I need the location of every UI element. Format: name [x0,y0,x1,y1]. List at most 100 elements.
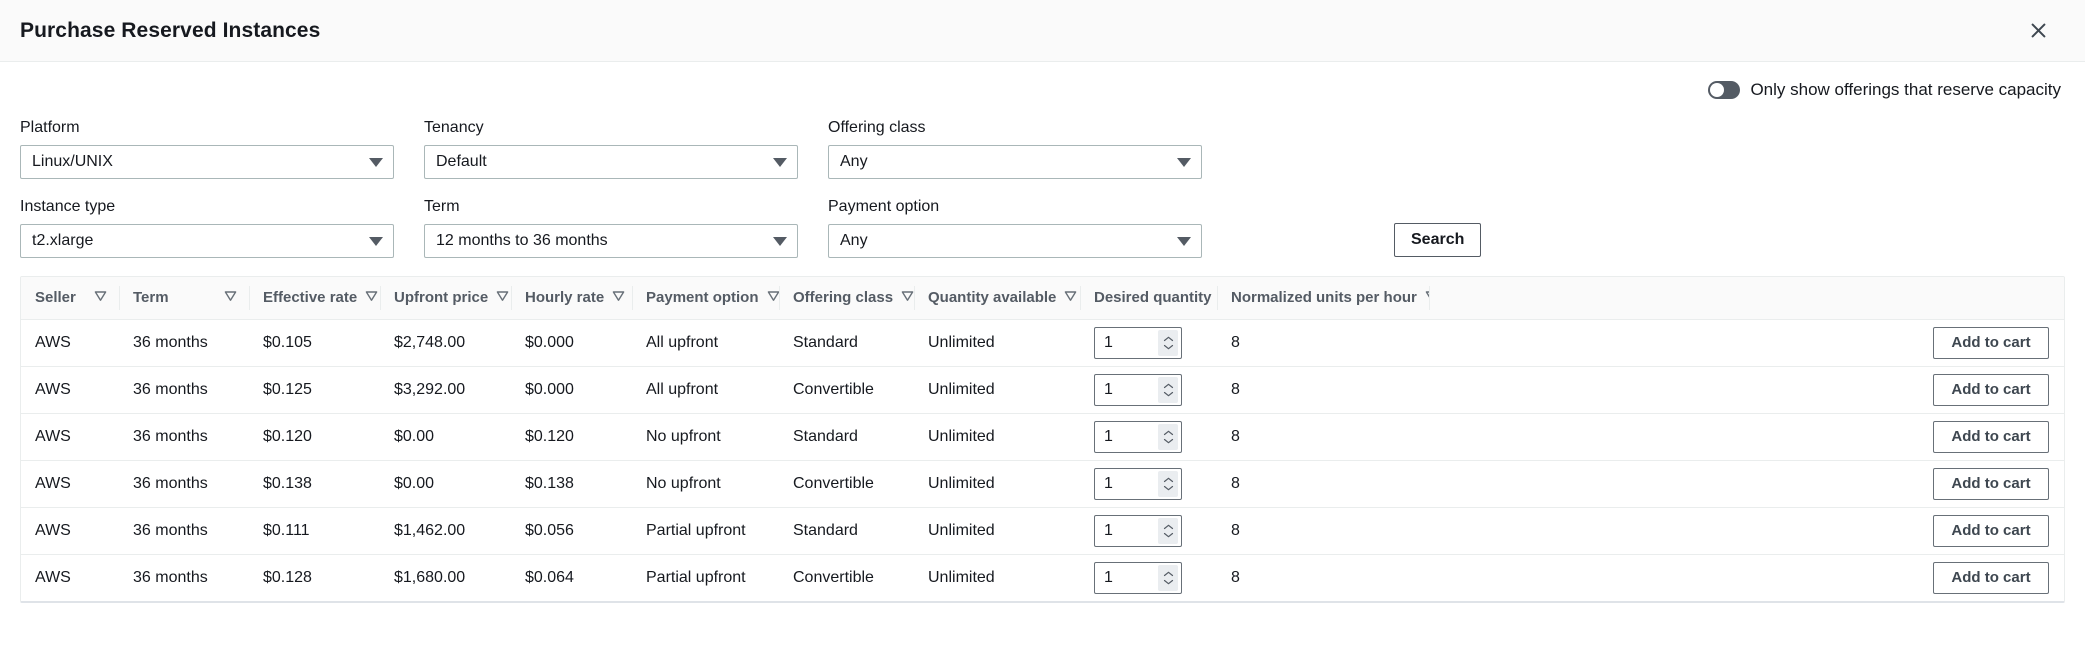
add-to-cart-button[interactable]: Add to cart [1933,326,2049,359]
column-header-payment-option[interactable]: Payment option [632,277,780,320]
search-button[interactable]: Search [1394,223,1482,257]
add-to-cart-button[interactable]: Add to cart [1933,561,2049,594]
column-header-label: Normalized units per hour [1231,289,1417,307]
column-header-quantity-available[interactable]: Quantity available [914,277,1080,320]
table-row: AWS 36 months $0.138 $0.00 $0.138 No upfront C… [21,460,2064,508]
sort-descending-icon[interactable] [94,289,107,306]
cell-normalized-units: 8 [1217,413,1429,461]
column-header-normalized-units-per-hour[interactable]: Normalized units per hour [1217,277,1438,320]
table-row: AWS 36 months $0.111 $1,462.00 $0.056 Partial… [21,507,2064,555]
column-header-term[interactable]: Term [119,277,249,320]
cell-effective-rate: $0.111 [249,507,380,555]
cell-upfront-price: $2,748.00 [380,319,511,367]
close-button[interactable] [2021,14,2055,48]
column-header-label: Offering class [793,289,894,307]
stepper-buttons[interactable] [1158,517,1178,544]
cell-quantity-available: Unlimited [928,568,995,586]
chevron-down-icon [369,236,383,246]
field-instance-type: Instance type t2.xlarge [20,197,394,258]
platform-select[interactable]: Linux/UNIX [20,145,394,179]
cell-normalized-units: 8 [1217,366,1429,414]
column-header-hourly-rate[interactable]: Hourly rate [511,277,632,320]
desired-quantity-value[interactable]: 1 [1095,475,1158,493]
cell-desired-quantity: 1 [1080,413,1217,461]
add-to-cart-button[interactable]: Add to cart [1933,373,2049,406]
tenancy-select[interactable]: Default [424,145,798,179]
column-header-label: Quantity available [928,289,1057,307]
cell-normalized-units: 8 [1217,319,1429,367]
cell-upfront-price: $1,462.00 [380,507,511,555]
add-to-cart-button[interactable]: Add to cart [1933,420,2049,453]
filter-row-2: Instance type t2.xlarge Term 12 months t… [20,197,2065,258]
column-header-upfront-price[interactable]: Upfront price [380,277,511,320]
table-row: AWS 36 months $0.105 $2,748.00 $0.000 All upf… [21,319,2064,367]
cell-quantity-available: Unlimited [914,460,1080,508]
desired-quantity-stepper[interactable]: 1 [1094,514,1182,547]
chevron-down-icon [773,157,787,167]
cell-quantity-available: Unlimited [914,507,1080,555]
reserve-capacity-toggle[interactable]: Only show offerings that reserve capacit… [1708,80,2061,100]
desired-quantity-stepper[interactable]: 1 [1094,420,1182,453]
stepper-buttons[interactable] [1158,329,1178,356]
desired-quantity-value[interactable]: 1 [1095,569,1158,587]
stepper-buttons[interactable] [1158,376,1178,403]
column-header-effective-rate[interactable]: Effective rate [249,277,380,320]
cell-seller: AWS [21,460,119,508]
table-header-row: Seller Term Effective rate Upfront price Hou… [21,277,2064,320]
chevron-down-icon [1163,344,1173,349]
sort-descending-icon[interactable] [224,289,237,306]
cell-hourly-rate: $0.000 [511,319,632,367]
cell-normalized-units: 8 [1231,568,1240,586]
field-platform: Platform Linux/UNIX [20,118,394,179]
column-header-label: Hourly rate [525,289,605,307]
add-to-cart-button[interactable]: Add to cart [1933,514,2049,547]
instance-type-select[interactable]: t2.xlarge [20,224,394,258]
tenancy-value: Default [436,153,487,170]
offerings-table-container: Seller Term Effective rate Upfront price Hou… [20,276,2065,603]
desired-quantity-stepper[interactable]: 1 [1094,373,1182,406]
desired-quantity-value[interactable]: 1 [1095,522,1158,540]
desired-quantity-stepper[interactable]: 1 [1094,561,1182,594]
desired-quantity-value[interactable]: 1 [1095,334,1158,352]
cell-desired-quantity: 1 [1080,460,1217,508]
sort-descending-icon[interactable] [365,289,378,306]
term-select[interactable]: 12 months to 36 months [424,224,798,258]
chevron-down-icon [1163,438,1173,443]
cell-actions: Add to cart [1429,507,2064,555]
payment-option-label: Payment option [828,198,940,215]
sort-descending-icon[interactable] [1064,289,1077,306]
sort-descending-icon[interactable] [901,289,914,306]
platform-value: Linux/UNIX [32,153,113,170]
stepper-buttons[interactable] [1158,470,1178,497]
column-header-offering-class[interactable]: Offering class [779,277,914,320]
desired-quantity-value[interactable]: 1 [1095,381,1158,399]
field-offering-class: Offering class Any [828,118,1202,179]
filters: Platform Linux/UNIX Tenancy Default Offe… [20,118,2065,258]
desired-quantity-value[interactable]: 1 [1095,428,1158,446]
chevron-down-icon [369,157,383,167]
stepper-buttons[interactable] [1158,423,1178,450]
column-header-actions [1429,277,2064,320]
cell-desired-quantity: 1 [1080,366,1217,414]
desired-quantity-stepper[interactable]: 1 [1094,467,1182,500]
reserve-capacity-toggle-label: Only show offerings that reserve capacit… [1750,80,2061,99]
sort-descending-icon[interactable] [612,289,625,306]
cell-effective-rate: $0.125 [249,366,380,414]
cell-term: 36 months [119,319,249,367]
column-header-seller[interactable]: Seller [21,277,119,320]
cell-term: 36 months [119,413,249,461]
column-header-label: Term [133,289,169,307]
column-header-label: Desired quantity [1094,289,1212,307]
offering-class-select[interactable]: Any [828,145,1202,179]
sort-descending-icon[interactable] [496,289,509,306]
add-to-cart-button[interactable]: Add to cart [1933,467,2049,500]
sort-descending-icon[interactable] [767,289,780,306]
filter-row-1: Platform Linux/UNIX Tenancy Default Offe… [20,118,2065,179]
cell-normalized-units: 8 [1217,507,1429,555]
stepper-buttons[interactable] [1158,564,1178,591]
desired-quantity-stepper[interactable]: 1 [1094,326,1182,359]
cell-offering-class: Convertible [793,568,874,586]
payment-option-value: Any [840,232,868,249]
payment-option-select[interactable]: Any [828,224,1202,258]
cell-desired-quantity: 1 [1080,554,1217,601]
